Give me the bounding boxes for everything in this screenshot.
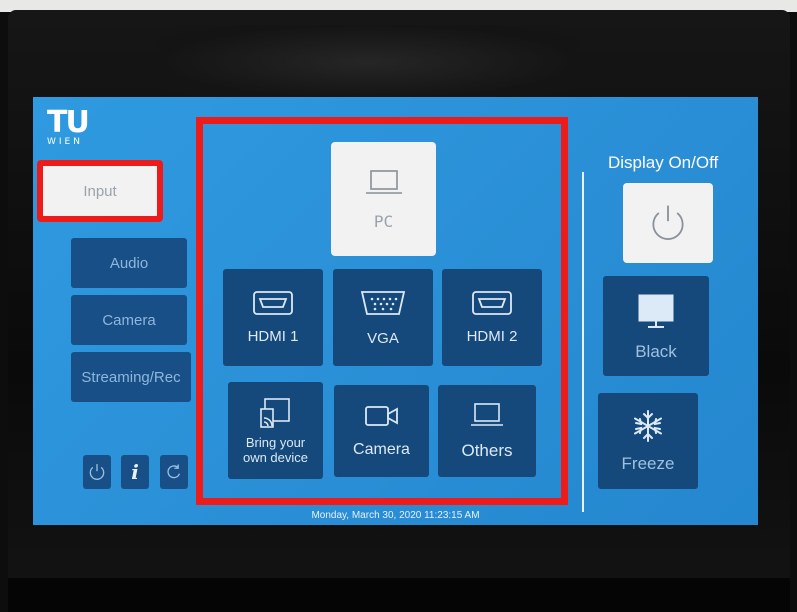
display-onoff-title: Display On/Off (608, 153, 719, 172)
nav-streaming-button[interactable]: Streaming/Rec (71, 352, 191, 402)
nav-input-label: Input (83, 182, 117, 200)
source-vga-button[interactable]: VGA (333, 269, 433, 366)
speaker-bar (8, 578, 790, 612)
nav-audio-button[interactable]: Audio (71, 238, 187, 288)
info-icon: i (131, 460, 139, 484)
source-camera-button[interactable]: Camera (334, 385, 429, 477)
source-byod-button[interactable]: Bring your own device (228, 382, 323, 479)
info-button[interactable]: i (121, 455, 149, 489)
video-camera-icon (364, 406, 398, 426)
hdmi-icon (472, 291, 512, 315)
source-hdmi2-label: HDMI 2 (466, 328, 518, 345)
display-freeze-label: Freeze (621, 454, 675, 473)
monitor-icon (638, 294, 674, 328)
power-icon (652, 205, 684, 240)
system-power-button[interactable] (83, 455, 111, 489)
power-icon (89, 464, 105, 480)
source-hdmi1-button[interactable]: HDMI 1 (223, 269, 323, 366)
source-pc-button[interactable]: PC (331, 142, 436, 256)
nav-streaming-label: Streaming/Rec (81, 368, 181, 386)
tu-wien-logo: TU WIEN (47, 105, 91, 148)
hdmi-icon (253, 291, 293, 315)
display-black-label: Black (635, 342, 677, 361)
nav-input-button[interactable]: Input (38, 161, 162, 221)
display-power-button[interactable] (623, 183, 713, 263)
source-camera-label: Camera (353, 441, 410, 458)
source-others-button[interactable]: Others (438, 385, 536, 477)
bezel-reflection (158, 25, 578, 100)
touch-panel-screen: TU WIEN Input Audio Camera Streaming/Rec… (33, 97, 758, 525)
logo-tu: TU (47, 105, 90, 140)
vga-icon (360, 291, 406, 315)
wireless-device-icon (259, 397, 290, 428)
display-black-button[interactable]: Black (603, 276, 709, 376)
source-hdmi1-label: HDMI 1 (247, 328, 299, 345)
snowflake-icon (634, 410, 662, 442)
status-datetime: Monday, March 30, 2020 11:23:15 AM (311, 510, 480, 521)
source-byod-label: Bring your own device (242, 434, 309, 465)
source-pc-label: PC (373, 211, 394, 231)
nav-camera-button[interactable]: Camera (71, 295, 187, 345)
refresh-icon (167, 464, 181, 479)
laptop-icon (471, 403, 503, 426)
display-freeze-button[interactable]: Freeze (598, 393, 698, 489)
nav-audio-label: Audio (109, 254, 149, 272)
source-others-label: Others (461, 441, 513, 460)
source-vga-label: VGA (367, 330, 399, 347)
laptop-icon (365, 169, 402, 194)
reset-button[interactable] (160, 455, 188, 489)
nav-camera-label: Camera (102, 311, 156, 329)
panel-divider (582, 172, 584, 512)
source-hdmi2-button[interactable]: HDMI 2 (442, 269, 542, 366)
